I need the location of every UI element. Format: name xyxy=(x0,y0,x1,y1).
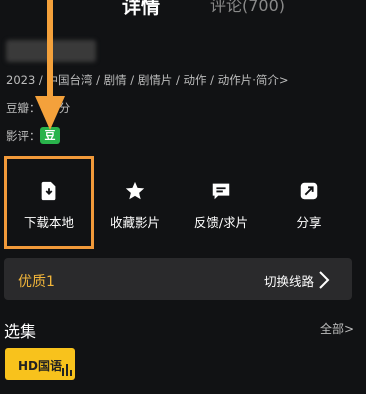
feedback-icon xyxy=(212,183,230,200)
switch-route-label[interactable]: 切换线路 xyxy=(264,271,314,290)
annotation-arrow-head xyxy=(35,96,65,130)
playing-indicator-icon-bar xyxy=(66,364,68,376)
annotation-highlight-box xyxy=(4,156,94,249)
review-label: 影评： xyxy=(6,129,41,143)
feedback-label: 反馈/求片 xyxy=(193,215,249,230)
route-quality-label: 优质1 xyxy=(18,274,55,290)
episode-chip-label: HD国语 xyxy=(18,359,63,373)
episodes-title: 选集 xyxy=(4,322,37,341)
chevron-right-icon[interactable] xyxy=(318,270,330,290)
all-episodes-link[interactable]: 全部> xyxy=(320,320,354,337)
annotation-arrow-shaft xyxy=(47,0,53,98)
share-button[interactable]: 分享 xyxy=(264,180,354,231)
playing-indicator-icon-bar xyxy=(70,370,72,376)
favorite-button[interactable]: 收藏影片 xyxy=(90,180,180,231)
tab-details[interactable]: 详情 xyxy=(122,0,160,19)
share-icon xyxy=(300,182,318,200)
playing-indicator-icon xyxy=(62,368,64,376)
favorite-label: 收藏影片 xyxy=(109,215,160,230)
feedback-button[interactable]: 反馈/求片 xyxy=(176,180,266,231)
tab-comments[interactable]: 评论(700) xyxy=(210,0,285,16)
share-label: 分享 xyxy=(296,215,322,230)
star-plus-icon xyxy=(125,181,145,200)
